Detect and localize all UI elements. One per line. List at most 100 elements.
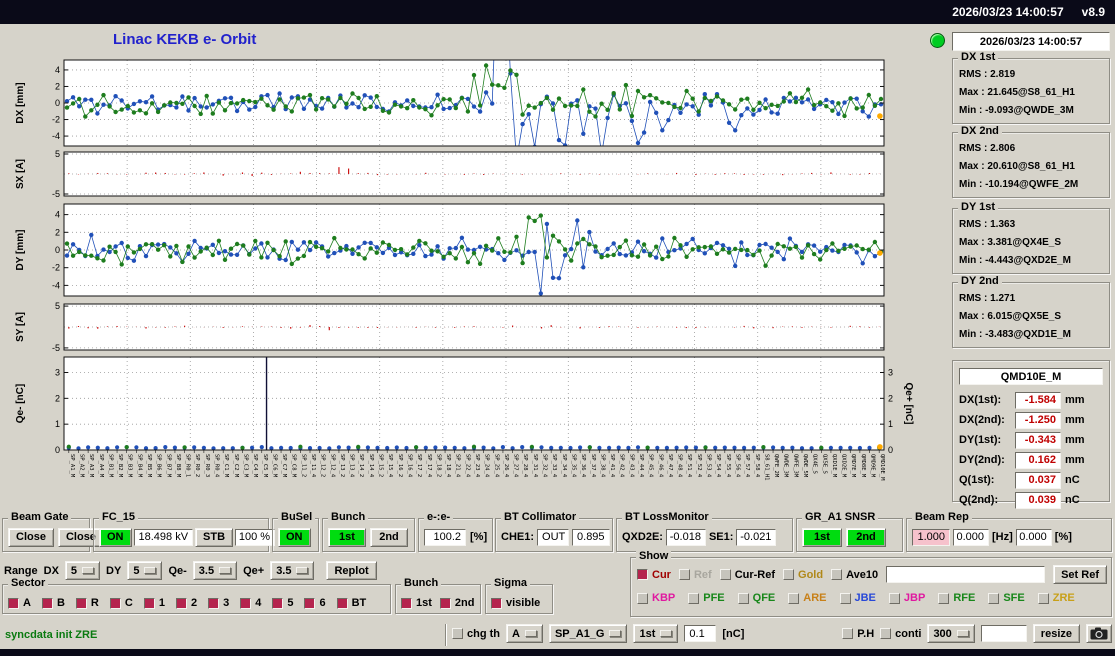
checkbox[interactable] — [109, 597, 121, 609]
checkbox[interactable] — [439, 597, 451, 609]
show-region-qfe[interactable]: QFE — [737, 592, 775, 604]
screenshot-button[interactable] — [1086, 624, 1112, 643]
sector-4[interactable]: 4 — [240, 597, 261, 609]
checkbox[interactable] — [938, 592, 950, 604]
sector-r[interactable]: R — [75, 597, 99, 609]
show-region-kbp[interactable]: KBP — [637, 592, 675, 604]
conti-checkbox[interactable]: conti — [880, 628, 921, 640]
checkbox[interactable] — [719, 569, 731, 580]
set-ref-button[interactable]: Set Ref — [1053, 565, 1107, 584]
checkbox[interactable] — [637, 569, 648, 580]
show-region-pfe[interactable]: PFE — [688, 592, 725, 604]
range-qep-value: 3.5 — [276, 564, 292, 577]
checkbox[interactable] — [491, 597, 502, 609]
monitor-select[interactable]: SP_A1_G — [548, 624, 628, 643]
sector-5[interactable]: 5 — [272, 597, 293, 609]
sector-select[interactable]: A — [506, 624, 543, 643]
gr-snsr-1st-button[interactable]: 1st — [802, 527, 842, 547]
sector-c[interactable]: C — [109, 597, 133, 609]
checkbox[interactable] — [788, 592, 800, 604]
stat-rms: RMS : 2.806 — [959, 143, 1016, 154]
checkbox[interactable] — [637, 592, 648, 604]
checkbox[interactable] — [783, 569, 795, 580]
checkbox[interactable] — [401, 597, 412, 609]
checkbox[interactable] — [240, 597, 252, 609]
resize-button[interactable]: resize — [1032, 624, 1080, 643]
show-region-sfe[interactable]: SFE — [988, 592, 1025, 604]
bunch-1st-button[interactable]: 1st — [328, 527, 366, 547]
checkbox-label: A — [23, 597, 31, 609]
monitor-row-unit: mm — [1065, 414, 1085, 426]
camera-icon — [1090, 627, 1108, 640]
beam-gate-close-1-button[interactable]: Close — [8, 527, 54, 547]
extra-input[interactable] — [980, 625, 1027, 642]
gr-snsr-2nd-button[interactable]: 2nd — [846, 527, 886, 547]
checkbox[interactable] — [688, 592, 700, 604]
interval-select[interactable]: 300 — [927, 624, 975, 643]
checkbox[interactable] — [75, 597, 87, 609]
sector-bt[interactable]: BT — [336, 597, 366, 609]
checkbox[interactable] — [175, 597, 187, 609]
fc15-stb-button[interactable]: STB — [195, 527, 234, 547]
sector-a[interactable]: A — [8, 597, 31, 609]
beam-rep-readout-2: 0.000 — [953, 528, 989, 546]
range-dx-select[interactable]: 5 — [64, 561, 101, 580]
checkbox[interactable] — [988, 592, 1000, 604]
sector-group: Sector A B R C 1 2 3 4 5 6 BT — [2, 577, 391, 614]
range-qep-select[interactable]: 3.5 — [270, 561, 315, 580]
bunch-select-2nd[interactable]: 2nd — [439, 597, 474, 609]
show-region-jbp[interactable]: JBP — [888, 592, 925, 604]
checkbox[interactable] — [143, 597, 155, 609]
sector-6[interactable]: 6 — [304, 597, 326, 609]
show-option-cur[interactable]: Cur — [637, 569, 671, 581]
checkbox-label: KBP — [652, 592, 676, 604]
show-region-jbe[interactable]: JBE — [839, 592, 876, 604]
sector-b[interactable]: B — [41, 597, 65, 609]
show-option-ave10[interactable]: Ave10 — [831, 569, 878, 581]
checkbox[interactable] — [737, 592, 749, 604]
range-qep-label: Qe+ — [243, 564, 265, 577]
threshold-input[interactable] — [684, 625, 717, 642]
svg-text:SP_25_4: SP_25_4 — [493, 454, 499, 478]
qxd2e-readout: -0.018 — [665, 528, 706, 546]
checkbox[interactable] — [272, 597, 284, 609]
replot-button[interactable]: Replot — [326, 561, 377, 580]
sector-1[interactable]: 1 — [143, 597, 165, 609]
ref-file-input[interactable] — [886, 566, 1046, 583]
show-region-zre[interactable]: ZRE — [1037, 592, 1075, 604]
checkbox[interactable] — [888, 592, 900, 604]
checkbox[interactable] — [678, 569, 690, 580]
checkbox[interactable] — [880, 628, 892, 639]
show-option-gold[interactable]: Gold — [783, 569, 823, 581]
ph-checkbox[interactable]: P.H — [842, 628, 874, 640]
sector-2[interactable]: 2 — [175, 597, 197, 609]
bunch-select-1st[interactable]: 1st — [401, 597, 432, 609]
bunch-2nd-button[interactable]: 2nd — [370, 527, 408, 547]
svg-text:SP_C7_M: SP_C7_M — [281, 454, 287, 478]
svg-text:QWFE_3M: QWFE_3M — [792, 454, 798, 478]
checkbox[interactable] — [304, 597, 316, 609]
checkbox[interactable] — [842, 628, 854, 639]
checkbox[interactable] — [839, 592, 851, 604]
checkbox[interactable] — [208, 597, 220, 609]
busel-on-button[interactable]: ON — [278, 527, 311, 547]
fc15-on-button[interactable]: ON — [99, 527, 132, 547]
bunch-select[interactable]: 1st — [633, 624, 679, 643]
chg-th-checkbox[interactable]: chg th — [452, 628, 500, 640]
show-region-rfe[interactable]: RFE — [938, 592, 975, 604]
range-dy-select[interactable]: 5 — [127, 561, 163, 580]
range-qem-select[interactable]: 3.5 — [192, 561, 238, 580]
sector-3[interactable]: 3 — [208, 597, 229, 609]
checkbox[interactable] — [1037, 592, 1049, 604]
sigma-visible-checkbox[interactable]: visible — [491, 597, 540, 609]
show-region-are[interactable]: ARE — [788, 592, 827, 604]
checkbox[interactable] — [336, 597, 348, 609]
checkbox[interactable] — [452, 628, 463, 639]
checkbox[interactable] — [41, 597, 53, 609]
show-option-ref[interactable]: Ref — [678, 569, 712, 581]
group-label: Show — [636, 550, 672, 562]
show-option-cur-ref[interactable]: Cur-Ref — [719, 569, 775, 581]
checkbox[interactable] — [831, 569, 843, 580]
checkbox[interactable] — [8, 597, 19, 609]
checkbox-label: ARE — [803, 592, 827, 604]
